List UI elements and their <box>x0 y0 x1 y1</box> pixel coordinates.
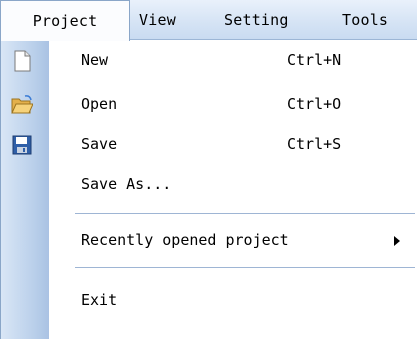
menu-item-new-shortcut: Ctrl+N <box>287 51 342 69</box>
menu-item-new[interactable]: New Ctrl+N <box>1 40 417 80</box>
menu-item-recent-label: Recently opened project <box>81 231 289 249</box>
floppy-disk-icon <box>11 134 33 156</box>
menu-view[interactable]: View <box>139 0 176 40</box>
menu-setting[interactable]: Setting <box>224 0 289 40</box>
open-folder-icon <box>11 94 34 116</box>
menu-item-exit[interactable]: Exit <box>1 280 417 320</box>
menu-item-new-label: New <box>81 51 109 69</box>
menu-project[interactable]: Project <box>0 0 130 41</box>
menu-bar: Project View Setting Tools <box>0 0 417 41</box>
new-document-icon <box>11 50 33 72</box>
menu-separator <box>75 213 415 214</box>
menu-item-save-as-label: Save As... <box>81 175 172 193</box>
menu-item-recently-opened-project[interactable]: Recently opened project <box>1 220 417 260</box>
menu-item-exit-label: Exit <box>81 291 118 309</box>
menu-item-open-label: Open <box>81 95 118 113</box>
submenu-arrow-icon <box>394 236 400 246</box>
menu-item-save-as[interactable]: Save As... <box>1 164 417 204</box>
menu-separator <box>75 267 415 268</box>
menu-item-save-shortcut: Ctrl+S <box>287 135 342 153</box>
menu-item-save[interactable]: Save Ctrl+S <box>1 124 417 164</box>
menu-item-open[interactable]: Open Ctrl+O <box>1 84 417 124</box>
menu-tools[interactable]: Tools <box>342 0 388 40</box>
menu-item-save-label: Save <box>81 135 118 153</box>
menu-item-open-shortcut: Ctrl+O <box>287 95 342 113</box>
project-dropdown-menu: New Ctrl+N Open Ctrl+O Save Ctrl+S Save … <box>0 40 417 339</box>
